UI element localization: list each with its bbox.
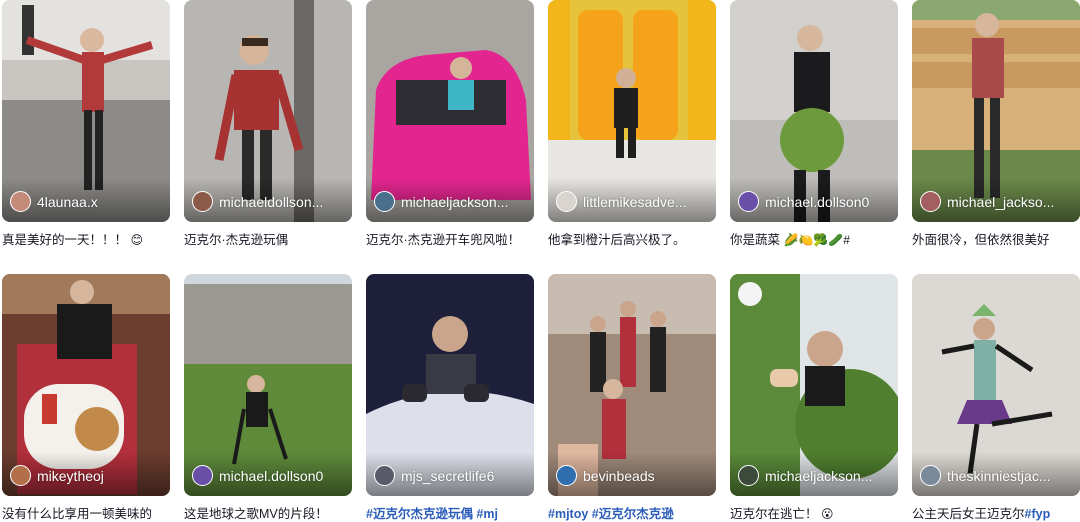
avatar[interactable] (738, 191, 759, 212)
author-info[interactable]: 4launaa.x (10, 191, 164, 212)
author-info[interactable]: theskinniestjac... (920, 465, 1074, 486)
author-info[interactable]: bevinbeads (556, 465, 710, 486)
video-card[interactable]: bevinbeads #mjtoy #迈克尔杰克逊 (548, 274, 716, 522)
author-handle[interactable]: mikeytheoj (37, 468, 104, 484)
author-handle[interactable]: michaeldollson... (219, 194, 323, 210)
video-grid: 4launaa.x 真是美好的一天！！！ 😊 michaeldollson... (0, 0, 1080, 522)
author-info[interactable]: littlemikesadve... (556, 191, 710, 212)
video-card[interactable]: michaeljackson... 迈克尔·杰克逊开车兜风啦！ (366, 0, 534, 248)
video-thumbnail[interactable]: littlemikesadve... (548, 0, 716, 222)
video-caption[interactable]: 这是地球之歌MV的片段！ (184, 506, 352, 522)
author-handle[interactable]: michael.dollson0 (219, 468, 323, 484)
video-thumbnail[interactable]: michaeldollson... (184, 0, 352, 222)
avatar[interactable] (374, 191, 395, 212)
caption-emoji: 🌽🍋🥦🥒# (783, 233, 850, 247)
video-caption[interactable]: 没有什么比享用一顿美味的 (2, 506, 170, 522)
video-thumbnail[interactable]: michaeljackson... (730, 274, 898, 496)
video-card[interactable]: mjs_secretlife6 #迈克尔杰克逊玩偶 #mj (366, 274, 534, 522)
video-card[interactable]: michael.dollson0 你是蔬菜 🌽🍋🥦🥒# (730, 0, 898, 248)
avatar[interactable] (556, 191, 577, 212)
video-thumbnail[interactable]: 4launaa.x (2, 0, 170, 222)
author-handle[interactable]: theskinniestjac... (947, 468, 1051, 484)
author-info[interactable]: michael.dollson0 (738, 191, 892, 212)
author-info[interactable]: michael.dollson0 (192, 465, 346, 486)
author-handle[interactable]: michael.dollson0 (765, 194, 869, 210)
author-handle[interactable]: 4launaa.x (37, 194, 98, 210)
video-card[interactable]: mikeytheoj 没有什么比享用一顿美味的 (2, 274, 170, 522)
author-handle[interactable]: michael_jackso... (947, 194, 1054, 210)
video-thumbnail[interactable]: michaeljackson... (366, 0, 534, 222)
video-thumbnail[interactable]: michael.dollson0 (730, 0, 898, 222)
caption-text: 你是蔬菜 (730, 233, 781, 247)
video-caption[interactable]: 他拿到橙汁后高兴极了。 (548, 232, 716, 248)
video-caption[interactable]: 外面很冷，但依然很美好 (912, 232, 1080, 248)
avatar[interactable] (374, 465, 395, 486)
author-handle[interactable]: michaeljackson... (401, 194, 508, 210)
video-thumbnail[interactable]: michael.dollson0 (184, 274, 352, 496)
author-handle[interactable]: littlemikesadve... (583, 194, 686, 210)
video-caption[interactable]: 迈克尔在逃亡！ 😮 (730, 506, 898, 522)
video-thumbnail[interactable]: mjs_secretlife6 (366, 274, 534, 496)
video-card[interactable]: theskinniestjac... 公主天后女王迈克尔#fyp (912, 274, 1080, 522)
avatar[interactable] (10, 465, 31, 486)
video-card[interactable]: michael.dollson0 这是地球之歌MV的片段！ (184, 274, 352, 522)
author-info[interactable]: mikeytheoj (10, 465, 164, 486)
video-caption[interactable]: 真是美好的一天！！！ 😊 (2, 232, 170, 248)
video-caption[interactable]: #迈克尔杰克逊玩偶 #mj (366, 506, 534, 522)
avatar[interactable] (192, 191, 213, 212)
video-card[interactable]: littlemikesadve... 他拿到橙汁后高兴极了。 (548, 0, 716, 248)
author-handle[interactable]: michaeljackson... (765, 468, 872, 484)
author-info[interactable]: mjs_secretlife6 (374, 465, 528, 486)
author-handle[interactable]: bevinbeads (583, 468, 655, 484)
video-card[interactable]: michaeldollson... 迈克尔·杰克逊玩偶 (184, 0, 352, 248)
video-thumbnail[interactable]: theskinniestjac... (912, 274, 1080, 496)
video-card[interactable]: michaeljackson... 迈克尔在逃亡！ 😮 (730, 274, 898, 522)
avatar[interactable] (10, 191, 31, 212)
author-info[interactable]: michaeljackson... (738, 465, 892, 486)
video-caption[interactable]: 公主天后女王迈克尔#fyp (912, 506, 1080, 522)
video-thumbnail[interactable]: bevinbeads (548, 274, 716, 496)
author-handle[interactable]: mjs_secretlife6 (401, 468, 494, 484)
avatar[interactable] (738, 465, 759, 486)
avatar[interactable] (920, 465, 941, 486)
avatar[interactable] (920, 191, 941, 212)
video-card[interactable]: michael_jackso... 外面很冷，但依然很美好 (912, 0, 1080, 248)
video-thumbnail[interactable]: michael_jackso... (912, 0, 1080, 222)
video-thumbnail[interactable]: mikeytheoj (2, 274, 170, 496)
video-caption[interactable]: 迈克尔·杰克逊开车兜风啦！ (366, 232, 534, 248)
author-info[interactable]: michael_jackso... (920, 191, 1074, 212)
caption-emoji: 😊 (130, 233, 144, 247)
video-card[interactable]: 4launaa.x 真是美好的一天！！！ 😊 (2, 0, 170, 248)
video-caption[interactable]: 你是蔬菜 🌽🍋🥦🥒# (730, 232, 898, 248)
author-info[interactable]: michaeljackson... (374, 191, 528, 212)
avatar[interactable] (192, 465, 213, 486)
video-caption[interactable]: 迈克尔·杰克逊玩偶 (184, 232, 352, 248)
caption-text: 真是美好的一天！！！ (2, 233, 128, 247)
avatar[interactable] (556, 465, 577, 486)
video-caption[interactable]: #mjtoy #迈克尔杰克逊 (548, 506, 716, 522)
author-info[interactable]: michaeldollson... (192, 191, 346, 212)
